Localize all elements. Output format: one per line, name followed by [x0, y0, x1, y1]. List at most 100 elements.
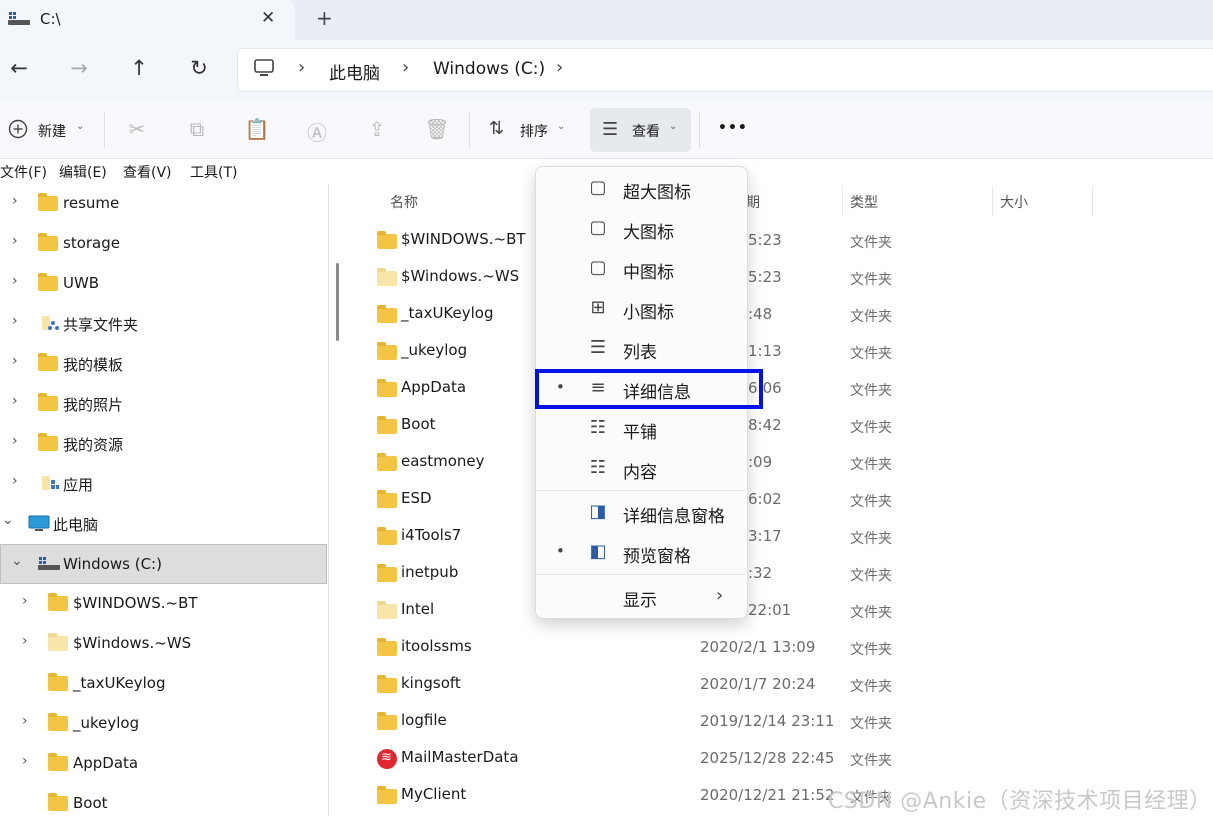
drive-icon	[8, 10, 30, 30]
sidebar-item-windows-bt[interactable]: › $WINDOWS.~BT	[0, 584, 326, 624]
sidebar-item-resume[interactable]: › resume	[0, 184, 326, 224]
chevron-right-icon[interactable]: ›	[22, 633, 28, 649]
paste-icon[interactable]: 📋	[244, 117, 270, 141]
new-icon	[8, 119, 28, 143]
file-row[interactable]: logfile 2019/12/14 23:11 文件夹	[362, 703, 1122, 740]
sidebar-item-apps[interactable]: › 应用	[0, 464, 326, 504]
more-options-button[interactable]: •••	[718, 120, 748, 136]
menu-item-medium-icons[interactable]: ▢ 中图标	[536, 249, 745, 289]
menu-divider	[536, 574, 745, 575]
chevron-right-icon[interactable]: ›	[22, 593, 28, 609]
file-name: AppData	[401, 378, 467, 396]
breadcrumb-chevron: ›	[402, 57, 410, 78]
menu-item-small-icons[interactable]: ⊞ 小图标	[536, 289, 745, 329]
file-row[interactable]: MailMasterData 2025/12/28 22:45 文件夹	[362, 740, 1122, 777]
sort-button[interactable]: 排序	[520, 121, 548, 141]
file-name: kingsoft	[401, 674, 461, 692]
file-row[interactable]: kingsoft 2020/1/7 20:24 文件夹	[362, 666, 1122, 703]
chevron-right-icon[interactable]: ›	[12, 233, 18, 249]
sidebar-item-taxukeylog[interactable]: _taxUKeylog	[0, 664, 326, 704]
sidebar-item-this-pc[interactable]: ⌄ 此电脑	[0, 504, 326, 544]
chevron-right-icon[interactable]: ›	[12, 193, 18, 209]
chevron-down-icon[interactable]: ⌄	[2, 512, 14, 528]
chevron-right-icon[interactable]: ›	[12, 473, 18, 489]
sidebar-item-my-photos[interactable]: › 我的照片	[0, 384, 326, 424]
file-name: MyClient	[401, 785, 467, 803]
menu-item-large-icons[interactable]: ▢ 大图标	[536, 209, 745, 249]
menu-item-details-pane[interactable]: ◨ 详细信息窗格	[536, 493, 745, 533]
column-header-date[interactable]: 期	[746, 192, 760, 212]
menu-item-tiles[interactable]: ☷ 平铺	[536, 409, 745, 449]
chevron-right-icon[interactable]: ›	[12, 313, 18, 329]
folder-icon	[38, 353, 58, 371]
column-header-size[interactable]: 大小	[1000, 192, 1028, 212]
menu-item-label: 预览窗格	[623, 547, 691, 567]
delete-icon[interactable]: 🗑	[424, 117, 450, 141]
forward-button[interactable]: →	[64, 56, 94, 80]
chevron-right-icon[interactable]: ›	[12, 433, 18, 449]
tab-title: C:\	[40, 10, 61, 28]
breadcrumb-this-pc[interactable]: 此电脑	[329, 59, 380, 84]
menu-item-list[interactable]: ☰ 列表	[536, 329, 745, 369]
menu-edit[interactable]: 编辑(E)	[59, 162, 107, 182]
sidebar-item-appdata[interactable]: › AppData	[0, 744, 326, 784]
up-button[interactable]: ↑	[124, 56, 154, 80]
menu-item-show[interactable]: 显示 ›	[536, 577, 745, 617]
medium-icons-icon: ▢	[589, 257, 607, 278]
menu-item-preview-pane[interactable]: • ◧ 预览窗格	[536, 533, 745, 573]
file-name: logfile	[401, 711, 447, 729]
refresh-button[interactable]: ↻	[184, 56, 214, 80]
sidebar-item-label: _taxUKeylog	[73, 674, 166, 692]
column-header-type[interactable]: 类型	[850, 192, 878, 212]
sidebar-item-boot[interactable]: Boot	[0, 784, 326, 816]
file-type: 文件夹	[850, 346, 892, 362]
sidebar-item-label: 应用	[63, 476, 94, 494]
sidebar-item-windows-ws[interactable]: › $Windows.~WS	[0, 624, 326, 664]
chevron-right-icon[interactable]: ›	[22, 753, 28, 769]
new-button[interactable]: 新建	[38, 121, 66, 141]
file-name: ESD	[401, 489, 432, 507]
menu-file[interactable]: 文件(F)	[0, 162, 47, 182]
cut-icon[interactable]: ✂	[124, 117, 150, 141]
column-divider[interactable]	[842, 186, 843, 216]
menu-divider	[536, 490, 745, 491]
sidebar-item-my-resources[interactable]: › 我的资源	[0, 424, 326, 464]
menu-item-content[interactable]: ☷ 内容	[536, 449, 745, 489]
chevron-down-icon[interactable]: ⌄	[11, 553, 23, 569]
menu-item-extra-large-icons[interactable]: ▢ 超大图标	[536, 169, 745, 209]
new-tab-button[interactable]: +	[316, 6, 333, 30]
menu-view[interactable]: 查看(V)	[123, 162, 172, 182]
sidebar-item-uwb[interactable]: › UWB	[0, 264, 326, 304]
sidebar-item-windows-c[interactable]: ⌄ Windows (C:)	[0, 544, 327, 584]
breadcrumb-windows-c[interactable]: Windows (C:)	[433, 59, 545, 79]
chevron-right-icon[interactable]: ›	[12, 393, 18, 409]
sidebar-item-storage[interactable]: › storage	[0, 224, 326, 264]
shared-folder-icon	[40, 474, 60, 496]
column-divider[interactable]	[992, 186, 993, 216]
sidebar-item-shared-folder[interactable]: › 共享文件夹	[0, 304, 326, 344]
file-date: 2020/2/1 13:09	[700, 638, 816, 656]
sidebar-item-ukeylog[interactable]: › _ukeylog	[0, 704, 326, 744]
file-row[interactable]: itoolssms 2020/2/1 13:09 文件夹	[362, 629, 1122, 666]
chevron-right-icon[interactable]: ›	[22, 713, 28, 729]
column-header-name[interactable]: 名称	[390, 192, 418, 212]
sidebar-scrollbar[interactable]	[336, 263, 339, 341]
extra-large-icons-icon: ▢	[589, 177, 607, 198]
sidebar-item-label: Windows (C:)	[63, 555, 162, 573]
breadcrumb-chevron[interactable]: ›	[556, 57, 563, 78]
rename-icon[interactable]: Ⓐ	[304, 117, 330, 146]
copy-icon[interactable]: ⧉	[184, 117, 210, 141]
column-divider[interactable]	[1092, 186, 1093, 216]
menu-tools[interactable]: 工具(T)	[190, 162, 237, 182]
address-bar[interactable]	[237, 48, 1213, 92]
chevron-right-icon[interactable]: ›	[12, 273, 18, 289]
folder-icon	[377, 453, 397, 471]
menu-item-label: 显示	[623, 591, 657, 611]
sidebar-item-my-templates[interactable]: › 我的模板	[0, 344, 326, 384]
back-button[interactable]: ←	[4, 56, 34, 80]
content-icon: ☷	[589, 457, 607, 478]
share-icon[interactable]: ⇪	[364, 117, 390, 141]
close-tab-icon[interactable]: ✕	[261, 8, 275, 28]
folder-icon	[377, 416, 397, 434]
chevron-right-icon[interactable]: ›	[12, 353, 18, 369]
